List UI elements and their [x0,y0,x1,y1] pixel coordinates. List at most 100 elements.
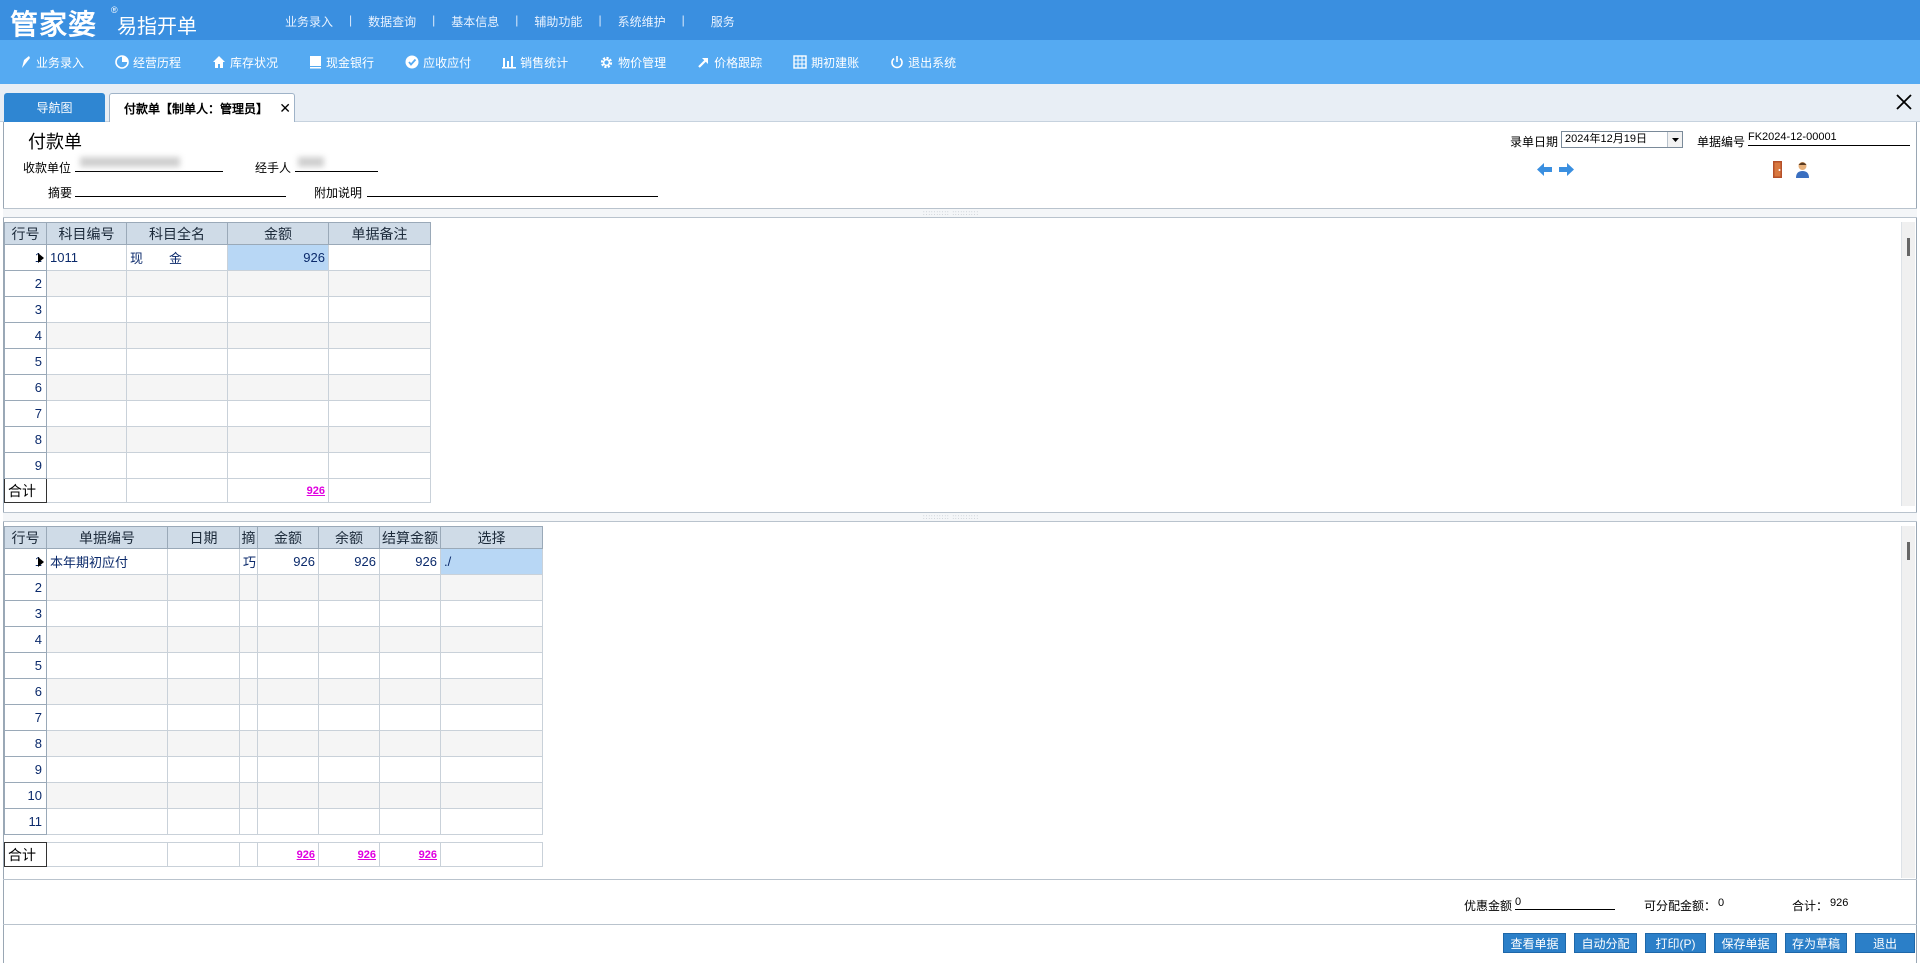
amount-cell[interactable]: 926 [227,244,329,271]
balance-cell[interactable] [318,574,380,601]
account-code-cell[interactable] [46,400,127,427]
table-row[interactable]: 9 [4,452,431,479]
account-name-cell[interactable] [126,426,228,453]
top-menu-item-entry[interactable]: 业务录入 [285,13,349,30]
bill-no-cell[interactable] [46,808,168,835]
date-cell[interactable] [167,782,240,809]
account-name-cell[interactable] [126,400,228,427]
discount-field[interactable]: 0 [1515,896,1615,910]
doc-note-cell[interactable] [328,400,431,427]
row-number-cell[interactable]: 2 [4,270,47,297]
row-number-cell[interactable]: 8 [4,426,47,453]
col-header-account-name[interactable]: 科目全名 [126,222,228,245]
bill-no-cell[interactable] [46,574,168,601]
col-header-row-no[interactable]: 行号 [4,222,47,245]
toolbar-inventory-button[interactable]: 库存状况 [212,54,278,71]
col-header-account-code[interactable]: 科目编号 [46,222,127,245]
amount-cell[interactable]: 926 [257,548,319,575]
account-code-cell[interactable] [46,426,127,453]
select-cell[interactable] [440,574,543,601]
doc-note-cell[interactable] [328,426,431,453]
toolbar-price-track-button[interactable]: 价格跟踪 [697,54,762,71]
summary-cell[interactable] [239,730,258,757]
table-row[interactable]: 10 [4,782,543,809]
door-exit-icon[interactable] [1772,161,1783,178]
doc-note-cell[interactable] [328,322,431,349]
balance-cell[interactable] [318,782,380,809]
table-row[interactable]: 1 1011 现 金 926 [4,244,431,271]
select-cell[interactable] [440,600,543,627]
date-cell[interactable] [167,678,240,705]
summary-cell[interactable] [239,678,258,705]
top-menu-item-service[interactable]: 服务 [685,13,751,30]
row-number-cell[interactable]: 3 [4,296,47,323]
balance-cell[interactable]: 926 [318,548,380,575]
toolbar-receivable-payable-button[interactable]: 应收应付 [405,54,471,71]
toolbar-sales-stats-button[interactable]: 销售统计 [502,54,568,71]
balance-cell[interactable] [318,626,380,653]
bill-no-cell[interactable] [46,704,168,731]
account-name-cell[interactable] [126,348,228,375]
settle-amount-cell[interactable] [379,808,441,835]
settle-amount-cell[interactable] [379,704,441,731]
row-number-cell[interactable]: 2 [4,574,47,601]
summary-cell[interactable] [239,704,258,731]
settle-amount-cell[interactable] [379,652,441,679]
toolbar-entry-button[interactable]: 业务录入 [20,54,84,71]
print-button[interactable]: 打印(P) [1645,933,1706,953]
summary-cell[interactable]: 巧 [239,548,258,575]
exit-button[interactable]: 退出 [1855,933,1915,953]
account-name-cell[interactable] [126,452,228,479]
row-number-cell[interactable]: 5 [4,348,47,375]
table-row[interactable]: 7 [4,400,431,427]
table-row[interactable]: 7 [4,704,543,731]
table-row[interactable]: 5 [4,652,543,679]
summary-cell[interactable] [239,808,258,835]
bill-no-cell[interactable]: 本年期初应付 [46,548,168,575]
select-cell[interactable]: ./ [440,548,543,575]
col-header-amount[interactable]: 金额 [227,222,329,245]
summary-cell[interactable] [239,626,258,653]
date-picker[interactable]: 2024年12月19日 [1561,131,1683,148]
row-number-cell[interactable]: 8 [4,730,47,757]
account-grid-scrollbar[interactable] [1901,222,1915,506]
table-row[interactable]: 8 [4,426,431,453]
row-number-cell[interactable]: 10 [4,782,47,809]
row-number-cell[interactable]: 9 [4,452,47,479]
doc-note-cell[interactable] [328,296,431,323]
select-cell[interactable] [440,756,543,783]
settle-amount-cell[interactable] [379,756,441,783]
row-number-cell[interactable]: 9 [4,756,47,783]
settle-amount-cell[interactable] [379,678,441,705]
tab-close-icon[interactable]: ✕ [279,100,291,117]
col-header-settle-amount[interactable]: 结算金额 [379,526,441,549]
row-number-cell[interactable]: 3 [4,600,47,627]
balance-cell[interactable] [318,730,380,757]
table-row[interactable]: 2 [4,574,543,601]
account-name-cell[interactable] [126,270,228,297]
prev-record-icon[interactable] [1537,163,1552,176]
table-row[interactable]: 6 [4,678,543,705]
toolbar-exit-system-button[interactable]: 退出系统 [890,54,956,71]
splitter-top[interactable]: :::::::::: :::::::::: [3,208,1917,218]
col-header-row-no[interactable]: 行号 [4,526,47,549]
user-icon[interactable] [1795,161,1810,178]
date-cell[interactable] [167,548,240,575]
account-code-cell[interactable] [46,452,127,479]
summary-cell[interactable] [239,782,258,809]
col-header-doc-note[interactable]: 单据备注 [328,222,431,245]
col-header-balance[interactable]: 余额 [318,526,380,549]
bill-no-cell[interactable] [46,678,168,705]
table-row[interactable]: 11 [4,808,543,835]
bill-no-cell[interactable] [46,626,168,653]
bill-no-cell[interactable] [46,782,168,809]
amount-cell[interactable] [227,348,329,375]
table-row[interactable]: 5 [4,348,431,375]
amount-cell[interactable] [257,600,319,627]
doc-note-cell[interactable] [328,270,431,297]
date-cell[interactable] [167,574,240,601]
balance-cell[interactable] [318,600,380,627]
toolbar-opening-accounts-button[interactable]: 期初建账 [793,54,859,71]
balance-cell[interactable] [318,652,380,679]
balance-cell[interactable] [318,756,380,783]
